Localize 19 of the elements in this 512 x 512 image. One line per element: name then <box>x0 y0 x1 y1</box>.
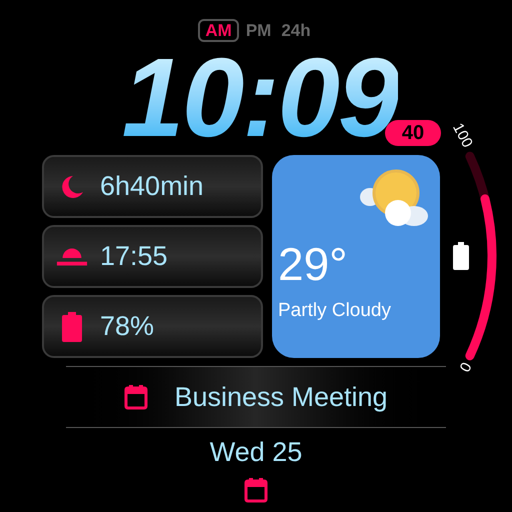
sun-cloud-icon <box>358 169 428 229</box>
date: Wed 25 <box>210 436 302 469</box>
calendar-icon <box>124 384 148 410</box>
gauge-min-label: 0 <box>458 360 475 375</box>
stat-value: 78% <box>100 310 154 344</box>
battery-icon <box>453 242 469 270</box>
gauge-max-label: 100 <box>450 120 476 150</box>
battery-icon <box>61 312 83 342</box>
weather-condition: Partly Cloudy <box>278 299 392 323</box>
temperature: 29° <box>278 241 349 287</box>
stat-value: 6h40min <box>100 170 204 204</box>
stat-value: 17:55 <box>100 240 168 274</box>
time-format-option[interactable]: AM <box>198 18 239 42</box>
moon-icon <box>59 174 85 200</box>
calendar-icon <box>244 476 268 502</box>
time-format-option[interactable]: 24h <box>278 22 314 38</box>
sunset-icon <box>56 246 88 266</box>
event-title: Business Meeting <box>174 380 388 414</box>
time-format-option[interactable]: PM <box>242 22 274 38</box>
